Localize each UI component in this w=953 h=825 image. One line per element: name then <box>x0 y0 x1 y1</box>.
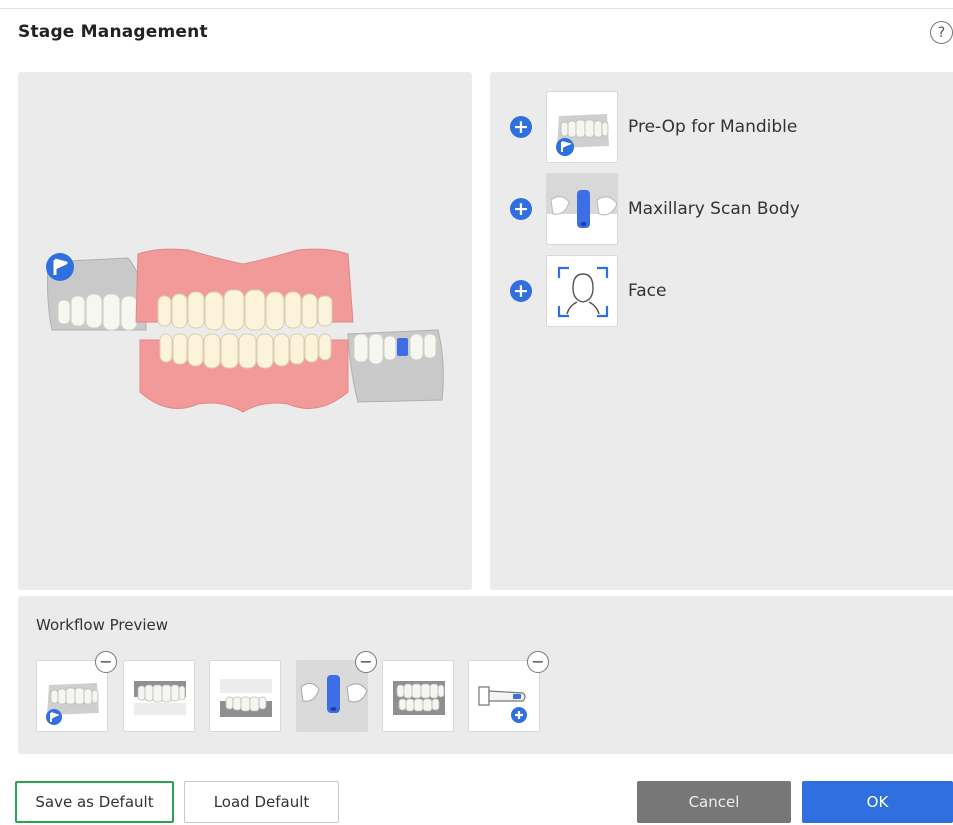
add-stage-button[interactable]: + <box>510 198 532 220</box>
stage-item-maxillary-scan-body[interactable]: + Maxillary Scan Body <box>510 173 800 245</box>
dialog-top-border <box>0 8 953 9</box>
model-preview-panel[interactable] <box>18 72 472 590</box>
workflow-stage-add-on[interactable]: − <box>468 651 549 732</box>
workflow-stage-mandible[interactable] <box>209 660 281 732</box>
stage-label: Face <box>628 281 667 301</box>
face-icon <box>546 255 618 327</box>
workflow-stage-maxilla[interactable] <box>123 660 195 732</box>
workflow-stage-occlusion[interactable] <box>382 660 454 732</box>
stage-item-pre-op-mandible[interactable]: + Pre-Op for Mandible <box>510 91 797 163</box>
stage-label: Maxillary Scan Body <box>628 199 800 219</box>
workflow-stage-pre-op[interactable]: − <box>36 651 117 732</box>
cancel-button[interactable]: Cancel <box>637 781 791 823</box>
remove-stage-button[interactable]: − <box>527 651 549 673</box>
workflow-preview-panel: Workflow Preview − − − <box>18 596 953 754</box>
maxillary-scan-body-icon <box>546 173 618 245</box>
workflow-stage-scan-body[interactable]: − <box>296 651 377 732</box>
add-stage-button[interactable]: + <box>510 116 532 138</box>
remove-stage-button[interactable]: − <box>355 651 377 673</box>
maxilla-model <box>135 248 354 331</box>
stage-label: Pre-Op for Mandible <box>628 117 798 137</box>
ok-button[interactable]: OK <box>802 781 953 823</box>
load-default-button[interactable]: Load Default <box>184 781 339 823</box>
mandible-model <box>139 333 349 413</box>
save-as-default-button[interactable]: Save as Default <box>15 781 174 823</box>
dialog-title: Stage Management <box>18 22 208 42</box>
pre-op-mandible-icon <box>546 91 618 163</box>
dental-model-illustration <box>46 248 444 413</box>
help-button[interactable]: ? <box>930 21 953 44</box>
stage-item-face[interactable]: + Face <box>510 255 666 327</box>
available-stages-panel: + Pre-Op for Mandible + Maxillary Scan B… <box>490 72 953 590</box>
scan-body-model <box>347 329 444 403</box>
add-stage-button[interactable]: + <box>510 280 532 302</box>
remove-stage-button[interactable]: − <box>95 651 117 673</box>
workflow-preview-title: Workflow Preview <box>36 616 169 634</box>
